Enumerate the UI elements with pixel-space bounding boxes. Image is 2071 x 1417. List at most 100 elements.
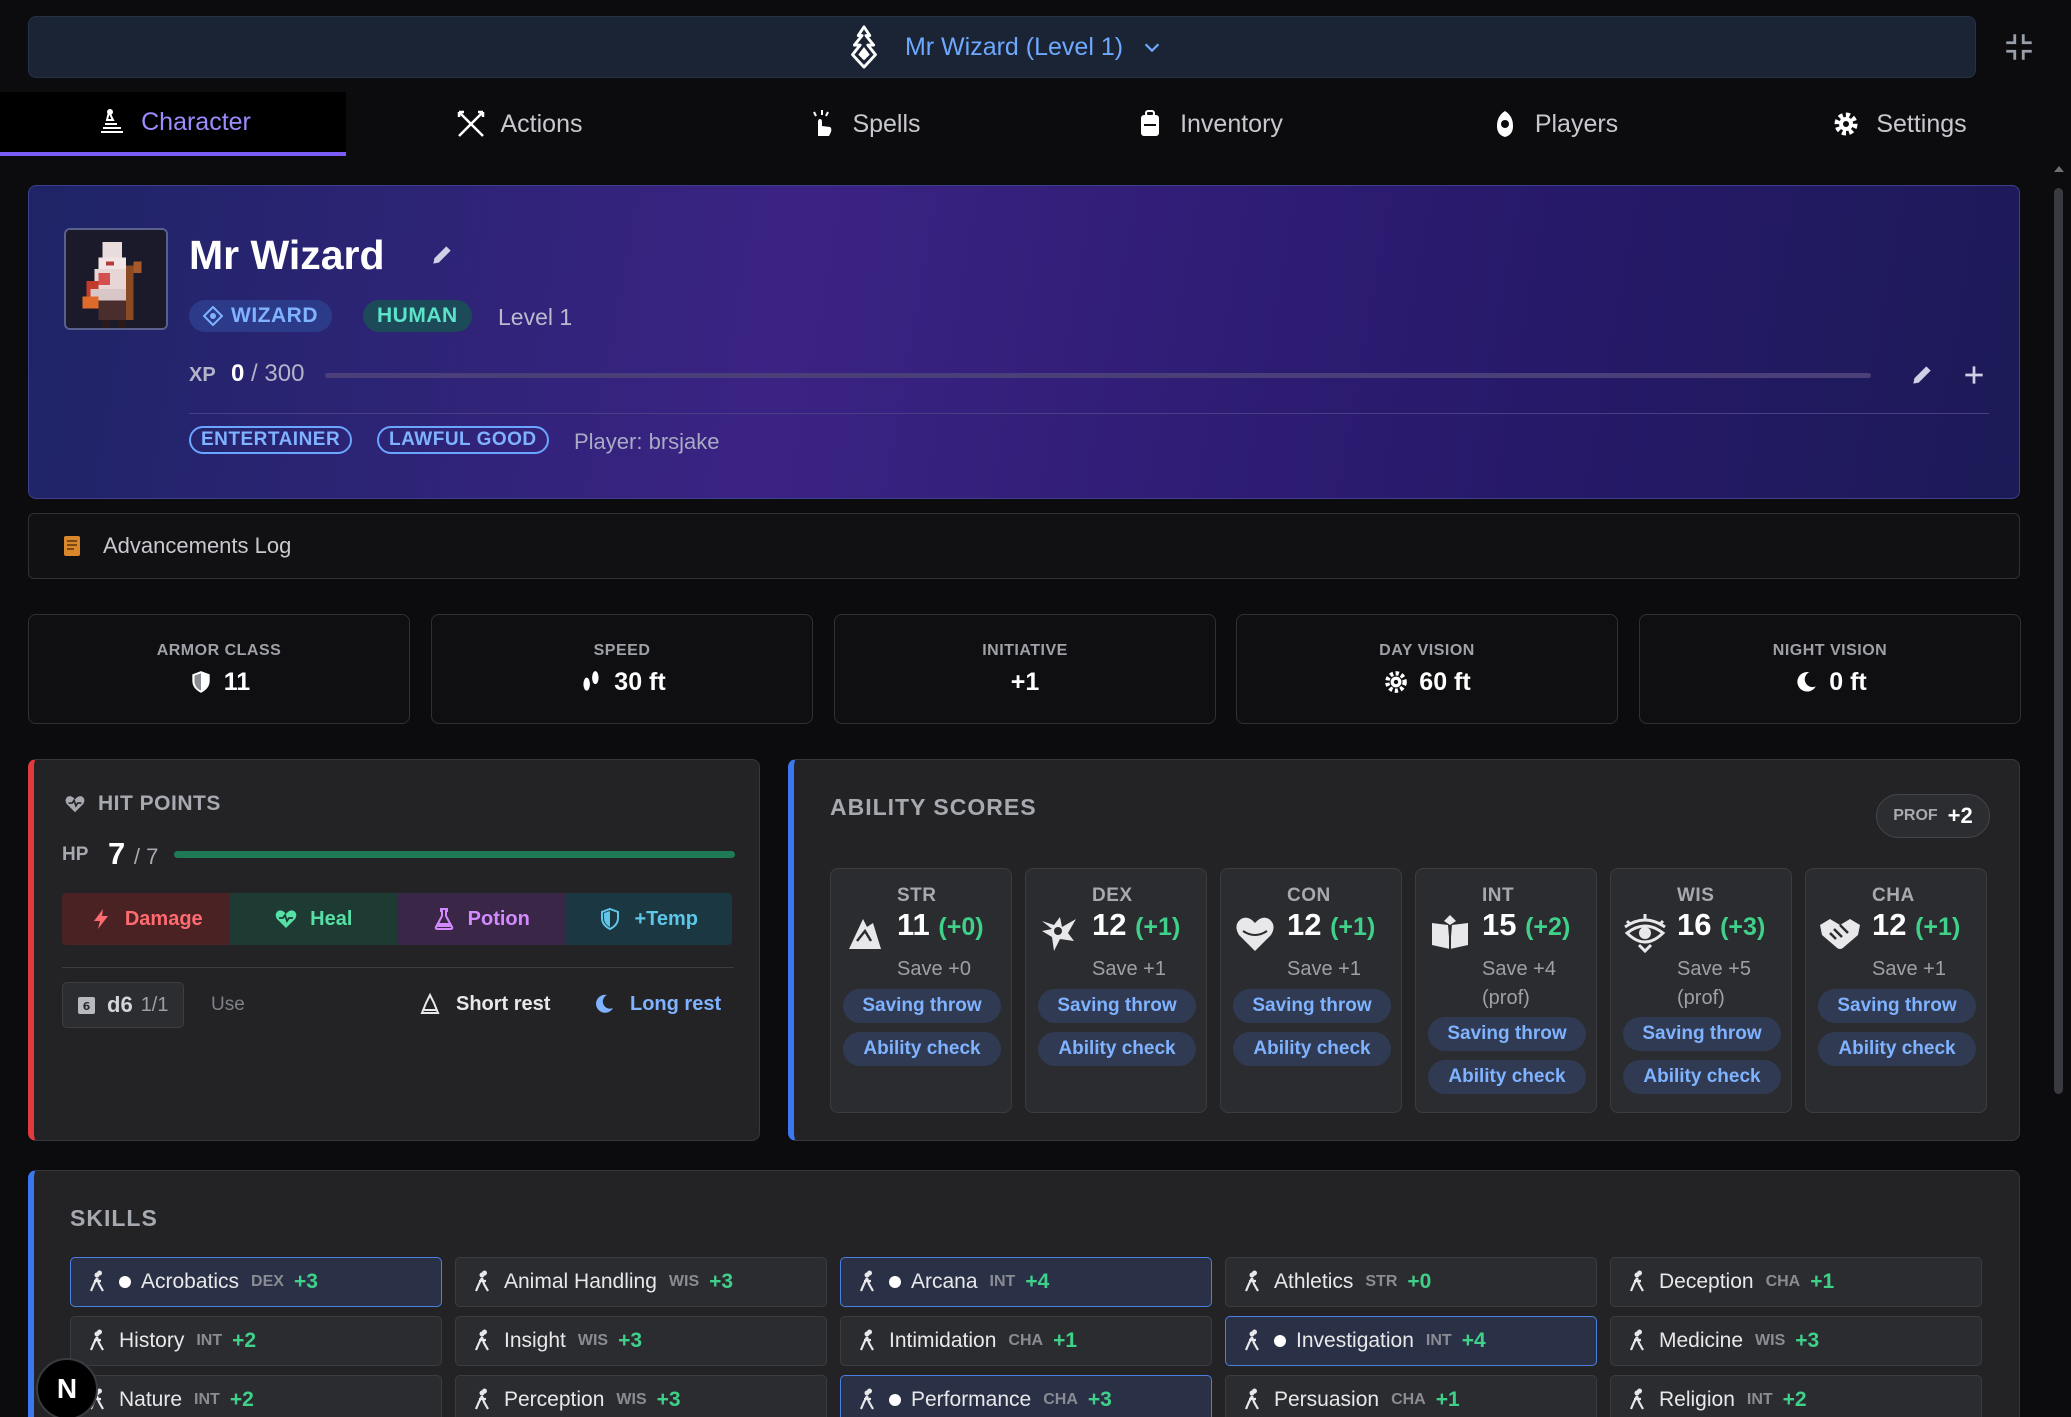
ability-card-cha: CHA 12 (+1) Save +1 Saving throw Ability… xyxy=(1805,868,1987,1113)
skill-mod: +4 xyxy=(1461,1329,1486,1352)
heal-button[interactable]: Heal xyxy=(229,893,397,945)
ability-check-button[interactable]: Ability check xyxy=(1818,1032,1976,1066)
skill-insight[interactable]: Insight WIS +3 xyxy=(455,1316,827,1366)
spell-hand-icon xyxy=(813,110,832,136)
skill-ability: WIS xyxy=(577,1332,609,1349)
ability-check-button[interactable]: Ability check xyxy=(1623,1060,1781,1094)
proficiency-bonus: PROF +2 xyxy=(1876,794,1990,838)
character-header: Mr Wizard WIZARD HUMAN Level 1 XP 0 / 30… xyxy=(28,185,2020,499)
avatar[interactable] xyxy=(64,228,168,330)
tab-character[interactable]: Character xyxy=(0,92,346,156)
ability-abbr: WIS xyxy=(1677,885,1715,906)
skill-arcana[interactable]: Arcana INT +4 xyxy=(840,1257,1212,1307)
skill-nature[interactable]: Nature INT +2 xyxy=(70,1375,442,1417)
skill-religion[interactable]: Religion INT +2 xyxy=(1610,1375,1982,1417)
skill-athletics[interactable]: Athletics STR +0 xyxy=(1225,1257,1597,1307)
save-value: Save +1 xyxy=(1872,958,1946,980)
character-selector[interactable]: Mr Wizard (Level 1) xyxy=(28,16,1976,78)
skill-figure-icon xyxy=(1244,1329,1259,1351)
short-rest-button[interactable]: Short rest xyxy=(418,992,550,1016)
xp-max: / 300 xyxy=(251,360,305,387)
skill-name: Persuasion xyxy=(1274,1388,1380,1411)
ability-check-button[interactable]: Ability check xyxy=(843,1032,1001,1066)
skill-mod: +2 xyxy=(229,1388,254,1411)
skill-acrobatics[interactable]: Acrobatics DEX +3 xyxy=(70,1257,442,1307)
saving-throw-button[interactable]: Saving throw xyxy=(1623,1017,1781,1051)
advancements-log[interactable]: Advancements Log xyxy=(28,513,2020,579)
ability-card-int: INT 15 (+2) Save +4 (prof) Saving throw A… xyxy=(1415,868,1597,1113)
skill-figure-icon xyxy=(474,1388,489,1410)
long-rest-button[interactable]: Long rest xyxy=(592,992,721,1016)
add-xp-icon[interactable] xyxy=(1961,362,1987,388)
skill-investigation[interactable]: Investigation INT +4 xyxy=(1225,1316,1597,1366)
wizard-logo-icon xyxy=(851,25,877,69)
skill-ability: CHA xyxy=(1391,1391,1426,1408)
save-value: Save +1 xyxy=(1287,958,1361,980)
skill-medicine[interactable]: Medicine WIS +3 xyxy=(1610,1316,1982,1366)
skill-intimidation[interactable]: Intimidation CHA +1 xyxy=(840,1316,1212,1366)
sun-icon xyxy=(1385,671,1408,693)
gear-icon xyxy=(1834,112,1858,136)
tab-players[interactable]: Players xyxy=(1381,92,1726,156)
tab-settings[interactable]: Settings xyxy=(1726,92,2071,156)
ability-mod: (+2) xyxy=(1525,913,1571,941)
hp-progress-bar xyxy=(174,851,735,858)
saving-throw-button[interactable]: Saving throw xyxy=(1038,989,1196,1023)
advancements-label: Advancements Log xyxy=(103,533,292,558)
skill-name: Perception xyxy=(504,1388,605,1411)
skill-performance[interactable]: Performance CHA +3 xyxy=(840,1375,1212,1417)
tab-inventory[interactable]: Inventory xyxy=(1036,92,1381,156)
skill-ability: WIS xyxy=(616,1391,647,1408)
initiative-stat: INITIATIVE +1 xyxy=(834,614,1216,724)
temp-hp-button[interactable]: +Temp xyxy=(564,893,732,945)
heal-label: Heal xyxy=(310,907,353,930)
skill-name: Medicine xyxy=(1659,1329,1744,1352)
saving-throw-button[interactable]: Saving throw xyxy=(843,989,1001,1023)
scroll-up-icon[interactable] xyxy=(2052,162,2066,176)
saving-throw-button[interactable]: Saving throw xyxy=(1233,989,1391,1023)
stat-value: 60 ft xyxy=(1419,667,1471,696)
skill-mod: +1 xyxy=(1810,1270,1835,1293)
skill-ability: INT xyxy=(194,1391,220,1408)
collapse-icon[interactable] xyxy=(2002,30,2036,64)
edit-name-icon[interactable] xyxy=(429,242,455,268)
potion-button[interactable]: Potion xyxy=(397,893,565,945)
hp-label: HP xyxy=(62,844,89,865)
skill-persuasion[interactable]: Persuasion CHA +1 xyxy=(1225,1375,1597,1417)
open-book-icon xyxy=(1432,915,1468,949)
use-hit-die-button[interactable]: Use xyxy=(211,994,245,1016)
ability-abbr: CHA xyxy=(1872,885,1915,906)
skill-mod: +3 xyxy=(1795,1329,1820,1352)
hp-action-buttons: Damage Heal Potion +Temp xyxy=(62,893,732,945)
save-value: Save +0 xyxy=(897,958,971,980)
character-level: Level 1 xyxy=(498,304,573,330)
skill-figure-icon xyxy=(1629,1388,1644,1410)
ability-check-button[interactable]: Ability check xyxy=(1233,1032,1391,1066)
hit-die: 6 d6 1/1 xyxy=(62,982,184,1028)
character-name: Mr Wizard xyxy=(189,232,385,278)
skill-perception[interactable]: Perception WIS +3 xyxy=(455,1375,827,1417)
skill-history[interactable]: History INT +2 xyxy=(70,1316,442,1366)
scrollbar-thumb[interactable] xyxy=(2054,188,2063,1094)
skill-deception[interactable]: Deception CHA +1 xyxy=(1610,1257,1982,1307)
die-icon: 6 xyxy=(78,997,95,1014)
stat-value: +1 xyxy=(1010,667,1040,696)
ability-check-button[interactable]: Ability check xyxy=(1038,1032,1196,1066)
skill-animal-handling[interactable]: Animal Handling WIS +3 xyxy=(455,1257,827,1307)
saving-throw-button[interactable]: Saving throw xyxy=(1428,1017,1586,1051)
ability-check-button[interactable]: Ability check xyxy=(1428,1060,1586,1094)
saving-throw-button[interactable]: Saving throw xyxy=(1818,989,1976,1023)
edit-xp-icon[interactable] xyxy=(1909,362,1935,388)
ability-abbr: STR xyxy=(897,885,937,906)
skill-name: Religion xyxy=(1659,1388,1735,1411)
stat-value: 11 xyxy=(223,667,251,696)
n-badge[interactable]: N xyxy=(36,1358,98,1417)
skill-name: Nature xyxy=(119,1388,183,1411)
hit-die-count: 1/1 xyxy=(140,993,169,1016)
damage-button[interactable]: Damage xyxy=(62,893,230,945)
skill-ability: CHA xyxy=(1008,1332,1044,1349)
tab-actions[interactable]: Actions xyxy=(346,92,691,156)
proficiency-dot xyxy=(1274,1335,1286,1347)
hp-title: HIT POINTS xyxy=(98,792,221,815)
tab-spells[interactable]: Spells xyxy=(691,92,1036,156)
